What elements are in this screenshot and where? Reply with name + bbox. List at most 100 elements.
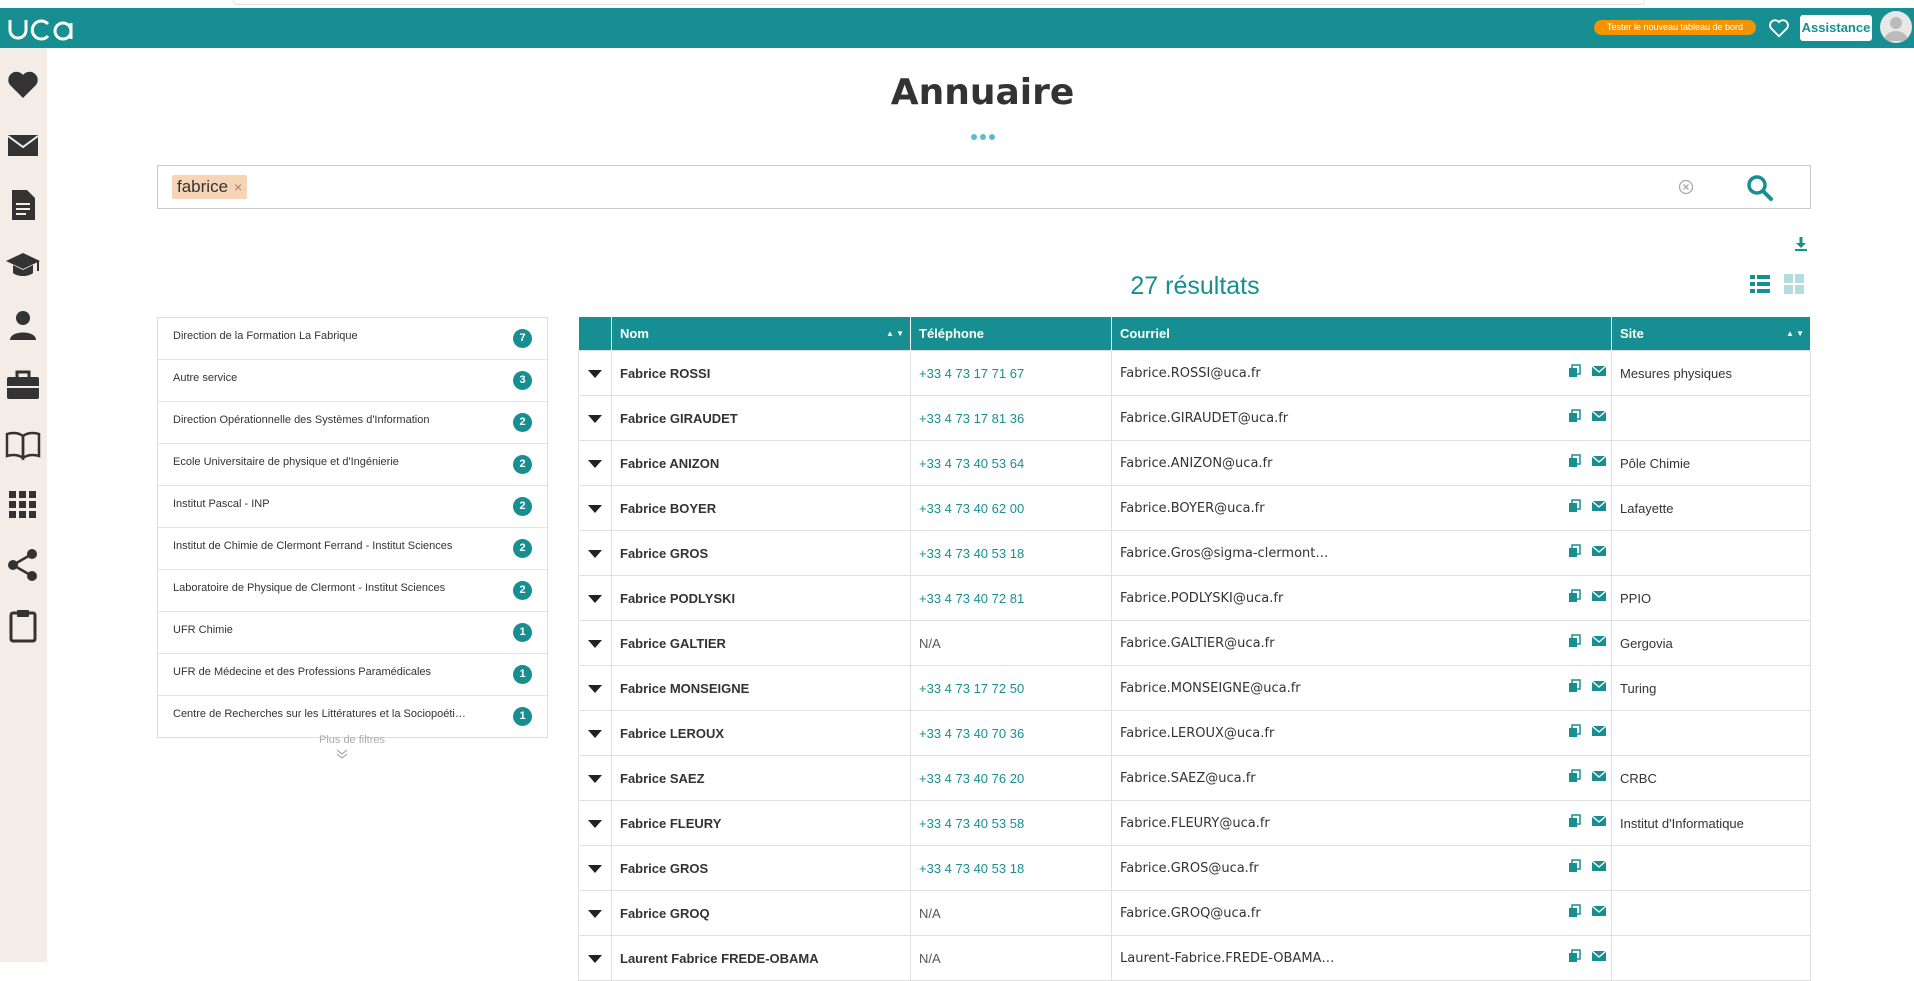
table-row[interactable]: Fabrice GROS +33 4 73 40 53 18 Fabrice.GRO…	[578, 845, 1811, 891]
email-address[interactable]: Fabrice.GIRAUDET@uca.fr	[1120, 411, 1288, 426]
copy-icon[interactable]	[1568, 904, 1582, 918]
copy-icon[interactable]	[1568, 814, 1582, 828]
caret-down-icon[interactable]	[588, 639, 602, 648]
copy-icon[interactable]	[1568, 364, 1582, 378]
phone-number[interactable]: +33 4 73 17 72 50	[910, 665, 1112, 711]
user-avatar[interactable]	[1880, 11, 1912, 43]
expand-row-toggle[interactable]	[578, 710, 612, 756]
phone-number[interactable]: +33 4 73 17 81 36	[910, 395, 1112, 441]
table-row[interactable]: Fabrice PODLYSKI +33 4 73 40 72 81 Fabrice…	[578, 575, 1811, 621]
table-row[interactable]: Fabrice GROQ N/A Fabrice.GROQ@uca.fr	[578, 890, 1811, 936]
new-dashboard-button[interactable]: Tester le nouveau tableau de bord	[1594, 20, 1756, 35]
name-column-header[interactable]: Nom ▲ ▼	[611, 317, 911, 351]
filter-item[interactable]: UFR de Médecine et des Professions Param…	[158, 654, 547, 696]
search-bar[interactable]: fabrice ×	[157, 165, 1811, 209]
person-name[interactable]: Fabrice ROSSI	[611, 350, 911, 396]
expand-row-toggle[interactable]	[578, 935, 612, 981]
copy-icon[interactable]	[1568, 499, 1582, 513]
email-address[interactable]: Fabrice.FLEURY@uca.fr	[1120, 816, 1270, 831]
envelope-icon[interactable]	[1592, 544, 1606, 558]
download-icon[interactable]	[1794, 236, 1808, 252]
email-address[interactable]: Fabrice.MONSEIGNE@uca.fr	[1120, 681, 1301, 696]
copy-icon[interactable]	[1568, 724, 1582, 738]
caret-down-icon[interactable]	[588, 864, 602, 873]
phone-number[interactable]: N/A	[910, 935, 1112, 981]
more-filters-link[interactable]: Plus de filtres	[300, 734, 404, 746]
uca-logo[interactable]	[8, 14, 78, 44]
caret-down-icon[interactable]	[588, 819, 602, 828]
person-name[interactable]: Fabrice PODLYSKI	[611, 575, 911, 621]
email-address[interactable]: Fabrice.Gros@sigma-clermont…	[1120, 546, 1328, 561]
caret-down-icon[interactable]	[588, 729, 602, 738]
envelope-icon[interactable]	[1592, 859, 1606, 873]
copy-icon[interactable]	[1568, 544, 1582, 558]
phone-number[interactable]: +33 4 73 17 71 67	[910, 350, 1112, 396]
email-address[interactable]: Fabrice.ANIZON@uca.fr	[1120, 456, 1272, 471]
filter-item[interactable]: Institut Pascal - INP 2	[158, 486, 547, 528]
copy-icon[interactable]	[1568, 769, 1582, 783]
table-row[interactable]: Fabrice MONSEIGNE +33 4 73 17 72 50 Fabric…	[578, 665, 1811, 711]
assistance-button[interactable]: Assistance	[1800, 15, 1872, 41]
copy-icon[interactable]	[1568, 949, 1582, 963]
table-row[interactable]: Fabrice GROS +33 4 73 40 53 18 Fabrice.Gro…	[578, 530, 1811, 576]
email-address[interactable]: Fabrice.SAEZ@uca.fr	[1120, 771, 1256, 786]
filter-item[interactable]: Centre de Recherches sur les Littérature…	[158, 696, 547, 737]
expand-row-toggle[interactable]	[578, 755, 612, 801]
book-icon[interactable]	[5, 427, 41, 463]
email-address[interactable]: Laurent-Fabrice.FREDE-OBAMA…	[1120, 951, 1334, 966]
sort-icon[interactable]: ▲ ▼	[886, 329, 904, 338]
envelope-icon[interactable]	[1592, 679, 1606, 693]
filter-item[interactable]: Laboratoire de Physique de Clermont - In…	[158, 570, 547, 612]
caret-down-icon[interactable]	[588, 369, 602, 378]
email-address[interactable]: Fabrice.GROS@uca.fr	[1120, 861, 1259, 876]
copy-icon[interactable]	[1568, 634, 1582, 648]
graduation-cap-icon[interactable]	[5, 247, 41, 283]
phone-number[interactable]: +33 4 73 40 53 58	[910, 800, 1112, 846]
favorites-heart-icon[interactable]	[1768, 17, 1790, 39]
envelope-icon[interactable]	[1592, 724, 1606, 738]
email-address[interactable]: Fabrice.ROSSI@uca.fr	[1120, 366, 1261, 381]
site-column-header[interactable]: Site ▲ ▼	[1611, 317, 1811, 351]
phone-number[interactable]: +33 4 73 40 53 18	[910, 530, 1112, 576]
table-row[interactable]: Fabrice LEROUX +33 4 73 40 70 36 Fabrice.L…	[578, 710, 1811, 756]
person-name[interactable]: Fabrice ANIZON	[611, 440, 911, 486]
person-name[interactable]: Laurent Fabrice FREDE-OBAMA	[611, 935, 911, 981]
phone-number[interactable]: +33 4 73 40 76 20	[910, 755, 1112, 801]
table-row[interactable]: Fabrice GALTIER N/A Fabrice.GALTIER@uca.fr…	[578, 620, 1811, 666]
caret-down-icon[interactable]	[588, 594, 602, 603]
table-row[interactable]: Laurent Fabrice FREDE-OBAMA N/A Laurent-Fa…	[578, 935, 1811, 981]
copy-icon[interactable]	[1568, 409, 1582, 423]
filter-item[interactable]: Direction Opérationnelle des Systèmes d'…	[158, 402, 547, 444]
sort-icon[interactable]: ▲ ▼	[1786, 329, 1804, 338]
person-name[interactable]: Fabrice FLEURY	[611, 800, 911, 846]
phone-number[interactable]: +33 4 73 40 53 18	[910, 845, 1112, 891]
table-row[interactable]: Fabrice ANIZON +33 4 73 40 53 64 Fabrice.A…	[578, 440, 1811, 486]
person-name[interactable]: Fabrice GROS	[611, 530, 911, 576]
expand-row-toggle[interactable]	[578, 395, 612, 441]
copy-icon[interactable]	[1568, 679, 1582, 693]
caret-down-icon[interactable]	[588, 909, 602, 918]
copy-icon[interactable]	[1568, 454, 1582, 468]
envelope-icon[interactable]	[1592, 499, 1606, 513]
phone-number[interactable]: N/A	[910, 890, 1112, 936]
caret-down-icon[interactable]	[588, 459, 602, 468]
email-address[interactable]: Fabrice.BOYER@uca.fr	[1120, 501, 1265, 516]
list-view-icon[interactable]	[1750, 274, 1770, 294]
search-tag-chip[interactable]: fabrice ×	[172, 175, 248, 199]
caret-down-icon[interactable]	[588, 414, 602, 423]
caret-down-icon[interactable]	[588, 684, 602, 693]
copy-icon[interactable]	[1568, 589, 1582, 603]
phone-number[interactable]: N/A	[910, 620, 1112, 666]
expand-row-toggle[interactable]	[578, 665, 612, 711]
envelope-icon[interactable]	[1592, 769, 1606, 783]
filter-item[interactable]: Ecole Universitaire de physique et d'Ing…	[158, 444, 547, 486]
envelope-icon[interactable]	[1592, 409, 1606, 423]
email-address[interactable]: Fabrice.GALTIER@uca.fr	[1120, 636, 1275, 651]
copy-icon[interactable]	[1568, 859, 1582, 873]
expand-row-toggle[interactable]	[578, 440, 612, 486]
envelope-icon[interactable]	[1592, 949, 1606, 963]
filter-item[interactable]: Autre service 3	[158, 360, 547, 402]
expand-row-toggle[interactable]	[578, 350, 612, 396]
mail-icon[interactable]	[5, 127, 41, 163]
expand-row-toggle[interactable]	[578, 530, 612, 576]
